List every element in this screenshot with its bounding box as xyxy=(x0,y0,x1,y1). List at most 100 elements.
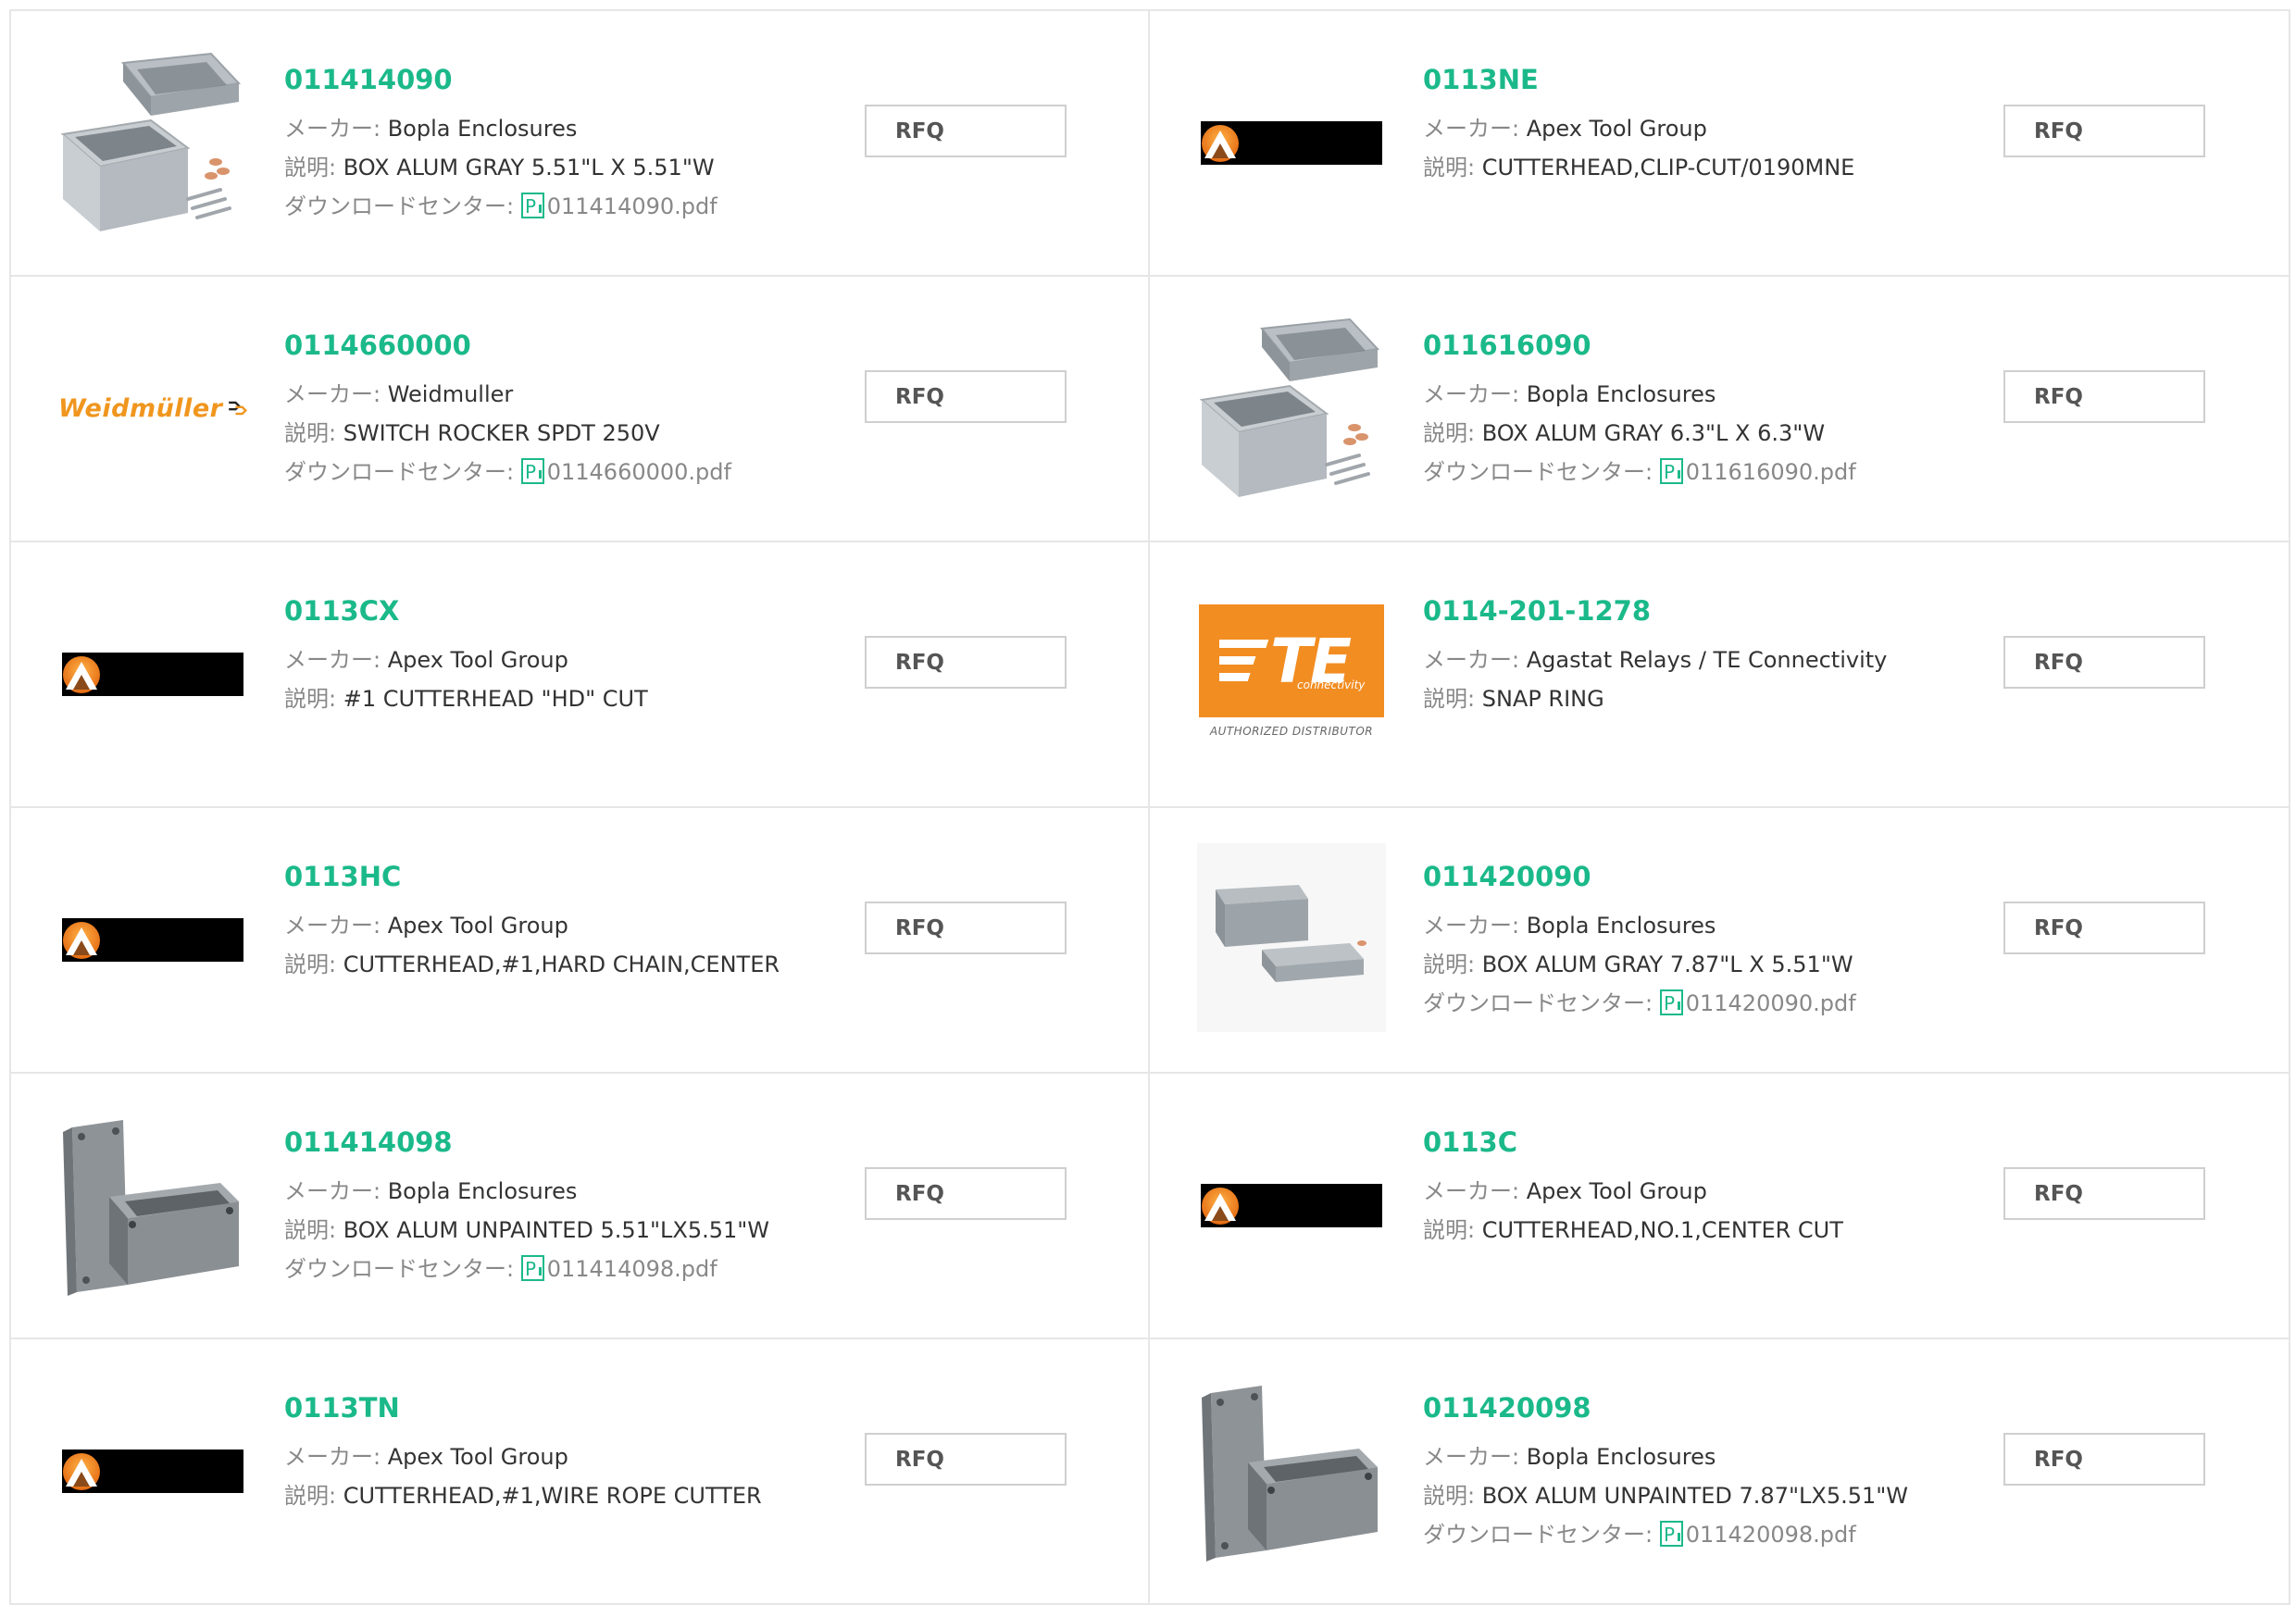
download-label: ダウンロードセンター: xyxy=(284,459,521,485)
rfq-button[interactable]: RFQ xyxy=(865,1433,1067,1486)
product-image[interactable] xyxy=(1197,48,1386,237)
product-image[interactable] xyxy=(1197,843,1386,1034)
download-label: ダウンロードセンター: xyxy=(1423,1522,1660,1548)
product-info: 011616090 メーカー: Bopla Enclosures 説明: BOX A… xyxy=(1423,329,1978,491)
part-number-link[interactable]: 0113HC xyxy=(284,860,840,893)
weidmuller-logo: Weidmüller xyxy=(58,390,247,427)
rfq-button[interactable]: RFQ xyxy=(2003,370,2205,423)
maker-line: メーカー: Apex Tool Group xyxy=(284,1437,840,1476)
product-info: 011420090 メーカー: Bopla Enclosures 説明: BOX A… xyxy=(1423,860,1978,1023)
part-number-link[interactable]: 011414098 xyxy=(284,1126,840,1159)
product-image[interactable] xyxy=(58,845,247,1034)
product-image[interactable]: TE connectivity AUTHORIZED DISTRIBUTOR xyxy=(1197,579,1386,768)
product-card: 0113NE メーカー: Apex Tool Group 説明: CUTTERHEA… xyxy=(1150,11,2290,277)
description-label: 説明: xyxy=(1423,1217,1482,1243)
part-number-link[interactable]: 011420090 xyxy=(1423,860,1978,893)
description-label: 説明: xyxy=(284,1483,343,1509)
product-image[interactable]: Weidmüller xyxy=(58,314,247,503)
description-line: 説明: BOX ALUM GRAY 6.3"L X 6.3"W xyxy=(1423,414,1978,453)
description-label: 説明: xyxy=(284,420,343,446)
datasheet-link[interactable]: 011414098.pdf xyxy=(547,1256,718,1282)
part-number-link[interactable]: 0114660000 xyxy=(284,329,840,362)
part-number-link[interactable]: 011414090 xyxy=(284,63,840,96)
description-label: 説明: xyxy=(1423,155,1482,180)
weidmuller-logo-text: Weidmüller xyxy=(58,393,223,423)
rfq-button[interactable]: RFQ xyxy=(2003,1433,2205,1486)
svg-text:P: P xyxy=(1664,1524,1675,1546)
maker-value: Apex Tool Group xyxy=(387,913,568,939)
description-value: BOX ALUM GRAY 5.51"L X 5.51"W xyxy=(343,155,715,180)
product-card: 0113CX メーカー: Apex Tool Group 説明: #1 CUTTER… xyxy=(9,542,1150,808)
part-number-link[interactable]: 0114-201-1278 xyxy=(1423,594,1978,628)
rfq-button[interactable]: RFQ xyxy=(2003,105,2205,157)
maker-value: Bopla Enclosures xyxy=(1526,913,1716,939)
maker-label: メーカー: xyxy=(1423,1178,1527,1204)
part-number-link[interactable]: 011616090 xyxy=(1423,329,1978,362)
pdf-icon[interactable]: P xyxy=(1659,989,1683,1015)
download-label: ダウンロードセンター: xyxy=(284,193,521,219)
rfq-button[interactable]: RFQ xyxy=(865,105,1067,157)
description-value: #1 CUTTERHEAD "HD" CUT xyxy=(343,686,648,712)
product-card: 011414090 メーカー: Bopla Enclosures 説明: BOX A… xyxy=(9,11,1150,277)
datasheet-link[interactable]: 011414090.pdf xyxy=(547,193,718,219)
product-image[interactable] xyxy=(1197,1375,1386,1565)
product-card: 011420090 メーカー: Bopla Enclosures 説明: BOX A… xyxy=(1150,808,2290,1074)
maker-value: Apex Tool Group xyxy=(1526,1178,1707,1204)
maker-label: メーカー: xyxy=(284,116,388,142)
rfq-button[interactable]: RFQ xyxy=(865,902,1067,954)
description-line: 説明: CUTTERHEAD,NO.1,CENTER CUT xyxy=(1423,1211,1978,1250)
maker-label: メーカー: xyxy=(1423,647,1527,673)
maker-line: メーカー: Bopla Enclosures xyxy=(1423,1437,1978,1476)
rfq-button[interactable]: RFQ xyxy=(865,370,1067,423)
description-value: BOX ALUM GRAY 7.87"L X 5.51"W xyxy=(1481,952,1853,977)
datasheet-link[interactable]: 0114660000.pdf xyxy=(547,459,731,485)
part-number-link[interactable]: 011420098 xyxy=(1423,1391,1978,1425)
maker-label: メーカー: xyxy=(1423,116,1527,142)
pdf-icon[interactable]: P xyxy=(520,192,544,218)
product-card: 0113C メーカー: Apex Tool Group 説明: CUTTERHEAD… xyxy=(1150,1074,2290,1339)
product-image[interactable] xyxy=(1197,1111,1386,1300)
product-image[interactable] xyxy=(58,579,247,768)
product-image[interactable] xyxy=(1197,312,1386,503)
product-info: 0114660000 メーカー: Weidmuller 説明: SWITCH ROC… xyxy=(284,329,840,491)
maker-value: Bopla Enclosures xyxy=(1526,1444,1716,1470)
pdf-icon[interactable]: P xyxy=(520,1254,544,1281)
rfq-button[interactable]: RFQ xyxy=(2003,1167,2205,1220)
part-number-link[interactable]: 0113C xyxy=(1423,1126,1978,1159)
product-image[interactable] xyxy=(58,1376,247,1565)
description-label: 説明: xyxy=(1423,420,1482,446)
svg-text:P: P xyxy=(1664,992,1675,1014)
product-grid: 011414090 メーカー: Bopla Enclosures 説明: BOX A… xyxy=(9,9,2290,1605)
product-image[interactable] xyxy=(58,46,247,237)
pdf-icon[interactable]: P xyxy=(520,457,544,484)
description-line: 説明: CUTTERHEAD,#1,HARD CHAIN,CENTER xyxy=(284,945,840,984)
pdf-icon[interactable]: P xyxy=(1659,1520,1683,1547)
pdf-icon[interactable]: P xyxy=(1659,457,1683,484)
maker-value: Weidmuller xyxy=(387,381,514,407)
datasheet-link[interactable]: 011616090.pdf xyxy=(1686,459,1856,485)
datasheet-link[interactable]: 011420098.pdf xyxy=(1686,1522,1856,1548)
rfq-button[interactable]: RFQ xyxy=(2003,902,2205,954)
description-label: 説明: xyxy=(284,952,343,977)
maker-label: メーカー: xyxy=(1423,381,1527,407)
description-line: 説明: BOX ALUM GRAY 5.51"L X 5.51"W xyxy=(284,148,840,187)
description-label: 説明: xyxy=(1423,952,1482,977)
rfq-button[interactable]: RFQ xyxy=(2003,636,2205,689)
maker-line: メーカー: Weidmuller xyxy=(284,375,840,414)
download-label: ダウンロードセンター: xyxy=(1423,990,1660,1016)
description-line: 説明: BOX ALUM UNPAINTED 7.87"LX5.51"W xyxy=(1423,1476,1978,1515)
maker-label: メーカー: xyxy=(284,1178,388,1204)
part-number-link[interactable]: 0113CX xyxy=(284,594,840,628)
part-number-link[interactable]: 0113NE xyxy=(1423,63,1978,96)
description-label: 説明: xyxy=(1423,1483,1482,1509)
description-label: 説明: xyxy=(284,1217,343,1243)
rfq-button[interactable]: RFQ xyxy=(865,1167,1067,1220)
description-line: 説明: SWITCH ROCKER SPDT 250V xyxy=(284,414,840,453)
product-card: 011616090 メーカー: Bopla Enclosures 説明: BOX A… xyxy=(1150,277,2290,542)
product-image[interactable] xyxy=(58,1109,247,1300)
datasheet-link[interactable]: 011420090.pdf xyxy=(1686,990,1856,1016)
product-info: 0114-201-1278 メーカー: Agastat Relays / TE C… xyxy=(1423,594,1978,718)
part-number-link[interactable]: 0113TN xyxy=(284,1391,840,1425)
rfq-button[interactable]: RFQ xyxy=(865,636,1067,689)
maker-line: メーカー: Apex Tool Group xyxy=(1423,1172,1978,1211)
